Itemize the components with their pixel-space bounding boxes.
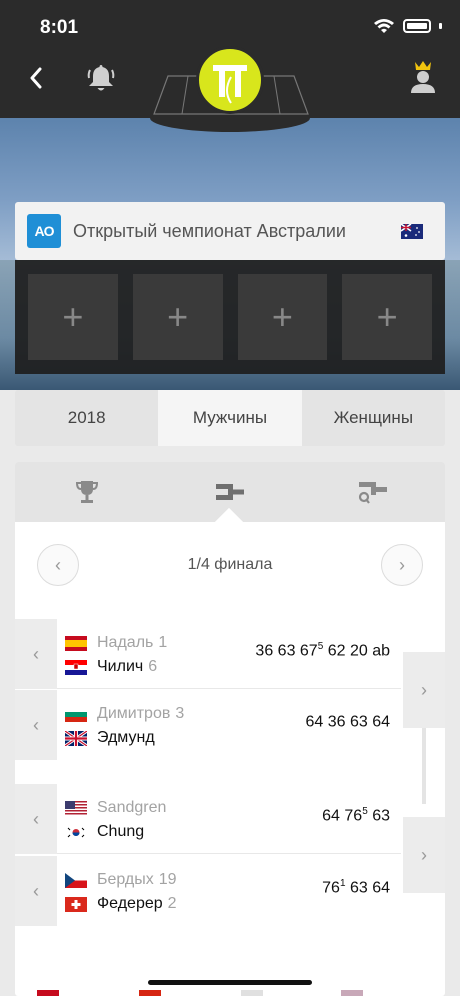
flag-preview — [37, 990, 59, 996]
plus-icon: + — [167, 296, 189, 337]
player-row: Бердых 19 — [65, 868, 177, 892]
player-seed: 3 — [175, 705, 185, 722]
draw-tabs — [15, 462, 445, 537]
player-name: Chung — [97, 823, 145, 840]
match-score: 36 63 675 62 20 ab — [255, 641, 390, 660]
match-score: 64 36 63 64 — [305, 713, 390, 731]
segment-women[interactable]: Женщины — [302, 390, 445, 446]
plus-icon: + — [376, 296, 398, 337]
draw-card: ‹ 1/4 финала › › › ‹ Надаль 1 Чилич 6 36… — [15, 462, 445, 996]
match-row[interactable]: ‹ Димитров 3 Эдмунд 64 36 63 64 — [15, 690, 445, 760]
usa-flag-icon — [65, 800, 87, 816]
player-row: Чилич 6 — [65, 655, 157, 679]
plus-icon: + — [62, 296, 84, 337]
player-name: Бердых — [97, 871, 154, 888]
player-row: Эдмунд — [65, 726, 160, 750]
tt-ball-logo-icon — [213, 65, 247, 104]
add-favorite-slot[interactable]: + — [28, 274, 118, 360]
player-row: Chung — [65, 820, 149, 844]
flag-preview — [341, 990, 363, 996]
player-name: Димитров — [97, 705, 171, 722]
player-row: Димитров 3 — [65, 702, 184, 726]
wifi-icon — [374, 19, 394, 33]
trophy-icon — [75, 481, 98, 503]
back-button[interactable] — [22, 64, 50, 92]
flag-preview — [139, 990, 161, 996]
bulgaria-flag-icon — [65, 706, 87, 722]
crowned-user-icon — [411, 61, 435, 93]
tournament-logo: AO — [27, 214, 61, 248]
add-favorite-slot[interactable]: + — [342, 274, 432, 360]
prev-match-button[interactable]: ‹ — [15, 690, 57, 760]
korea-flag-icon — [65, 824, 87, 840]
match-row[interactable]: ‹ Бердых 19 Федерер 2 761 63 64 — [15, 856, 445, 926]
notifications-button[interactable] — [86, 62, 116, 94]
tab-champions[interactable] — [15, 462, 158, 522]
match-row[interactable]: ‹ Sandgren Chung 64 765 63 — [15, 784, 445, 854]
bracket-icon — [215, 484, 244, 500]
prev-match-button[interactable]: ‹ — [15, 856, 57, 926]
favorites-slots: + + + + — [15, 260, 445, 374]
row-divider — [57, 688, 401, 689]
row-divider — [57, 853, 401, 854]
player-name: Чилич — [97, 658, 144, 675]
qualifying-bracket-icon — [359, 482, 388, 504]
player-name: Эдмунд — [97, 729, 155, 746]
top-bar: 8:01 — [0, 0, 460, 118]
croatia-flag-icon — [65, 659, 87, 675]
player-row: Sandgren — [65, 796, 171, 820]
add-favorite-slot[interactable]: + — [237, 274, 328, 360]
next-round-button[interactable]: › — [381, 544, 423, 586]
status-time: 8:01 — [40, 17, 79, 38]
add-favorite-slot[interactable]: + — [132, 274, 223, 360]
tournament-name: Открытый чемпионат Австралии — [73, 220, 346, 241]
segment-men[interactable]: Мужчины — [158, 390, 302, 446]
segment-year[interactable]: 2018 — [15, 390, 158, 446]
battery-icon — [403, 19, 431, 33]
home-indicator[interactable] — [148, 980, 312, 985]
spain-flag-icon — [65, 635, 87, 651]
czech-flag-icon — [65, 872, 87, 888]
player-name: Sandgren — [97, 799, 167, 816]
battery-tip — [439, 23, 442, 29]
player-name: Федерер — [97, 895, 163, 912]
plus-icon: + — [271, 296, 293, 337]
match-score: 761 63 64 — [322, 878, 390, 897]
app-logo[interactable] — [196, 46, 264, 114]
player-row: Федерер 2 — [65, 892, 177, 916]
switzerland-flag-icon — [65, 896, 87, 912]
profile-button[interactable] — [408, 60, 438, 94]
tab-qualifying[interactable] — [302, 462, 445, 522]
round-navigator: ‹ 1/4 финала › — [15, 544, 445, 588]
chevron-left-icon — [30, 67, 42, 89]
draw-segment-control: 2018 Мужчины Женщины — [15, 390, 445, 446]
match-row[interactable]: ‹ Надаль 1 Чилич 6 36 63 675 62 20 ab — [15, 619, 445, 689]
player-seed: 2 — [167, 895, 177, 912]
player-seed: 19 — [158, 871, 177, 888]
prev-match-button[interactable]: ‹ — [15, 784, 57, 854]
player-name: Надаль — [97, 634, 154, 651]
prev-match-button[interactable]: ‹ — [15, 619, 57, 689]
status-icons — [373, 18, 442, 34]
player-seed: 6 — [148, 658, 158, 675]
bell-icon — [87, 65, 115, 91]
tournament-card[interactable]: AO Открытый чемпионат Австралии — [15, 202, 445, 260]
player-row: Надаль 1 — [65, 631, 167, 655]
uk-flag-icon — [65, 730, 87, 746]
flag-preview — [241, 990, 263, 996]
australia-flag-icon — [401, 224, 423, 239]
player-seed: 1 — [158, 634, 168, 651]
match-score: 64 765 63 — [322, 806, 390, 825]
